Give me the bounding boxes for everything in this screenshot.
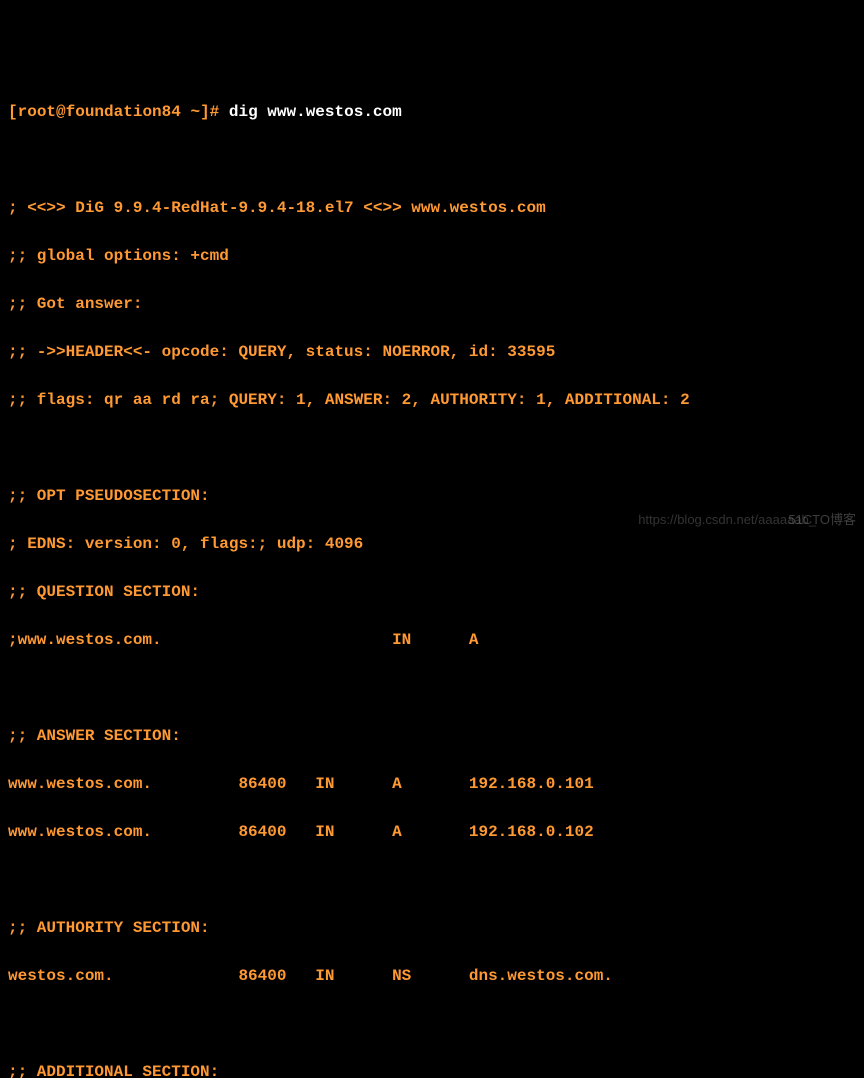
blank-line (8, 1012, 856, 1036)
edns-line: ; EDNS: version: 0, flags:; udp: 4096 (8, 532, 856, 556)
answer-row: www.westos.com. 86400 IN A 192.168.0.101 (8, 772, 856, 796)
authority-row: westos.com. 86400 IN NS dns.westos.com. (8, 964, 856, 988)
authority-section-title: ;; AUTHORITY SECTION: (8, 916, 856, 940)
got-answer: ;; Got answer: (8, 292, 856, 316)
additional-section-title: ;; ADDITIONAL SECTION: (8, 1060, 856, 1078)
watermark: https://blog.csdn.net/aaaaaab_ (638, 510, 816, 530)
prompt-at: @ (56, 103, 66, 121)
prompt-user: root (18, 103, 56, 121)
answer-section-title: ;; ANSWER SECTION: (8, 724, 856, 748)
watermark-secondary: 51CTO博客 (788, 510, 856, 530)
global-options: ;; global options: +cmd (8, 244, 856, 268)
blank-line (8, 148, 856, 172)
blank-line (8, 436, 856, 460)
blank-line (8, 676, 856, 700)
prompt-symbol: # (210, 103, 220, 121)
question-row: ;www.westos.com. IN A (8, 628, 856, 652)
prompt-cwd: ~ (190, 103, 200, 121)
prompt-line[interactable]: [root@foundation84 ~]# dig www.westos.co… (8, 100, 856, 124)
prompt-open: [ (8, 103, 18, 121)
opt-section-title: ;; OPT PSEUDOSECTION: (8, 484, 856, 508)
prompt-host: foundation84 (66, 103, 181, 121)
answer-row: www.westos.com. 86400 IN A 192.168.0.102 (8, 820, 856, 844)
prompt-close: ] (200, 103, 210, 121)
blank-line (8, 868, 856, 892)
command-input[interactable]: dig www.westos.com (229, 103, 402, 121)
header-line: ;; ->>HEADER<<- opcode: QUERY, status: N… (8, 340, 856, 364)
flags-line: ;; flags: qr aa rd ra; QUERY: 1, ANSWER:… (8, 388, 856, 412)
dig-version: ; <<>> DiG 9.9.4-RedHat-9.9.4-18.el7 <<>… (8, 196, 856, 220)
question-section-title: ;; QUESTION SECTION: (8, 580, 856, 604)
